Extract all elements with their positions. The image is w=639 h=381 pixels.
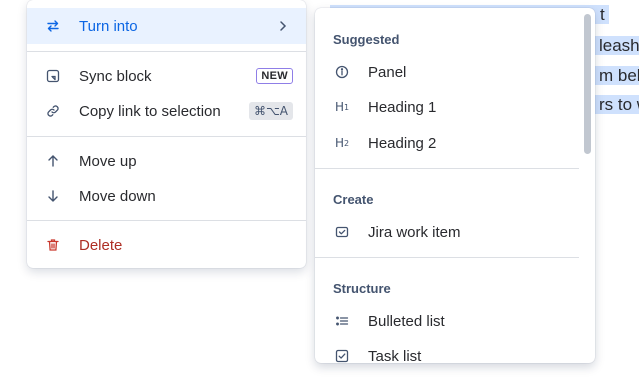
task-checkbox-icon xyxy=(333,347,351,363)
panel-label: Panel xyxy=(368,63,407,81)
turn-into-label: Turn into xyxy=(79,17,138,35)
sync-block-label: Sync block xyxy=(79,67,152,85)
bulleted-list-label: Bulleted list xyxy=(368,312,445,330)
heading-1-label: Heading 1 xyxy=(368,98,437,116)
delete-label: Delete xyxy=(79,236,123,254)
copy-link-item[interactable]: Copy link to selection ⌘⌥A xyxy=(27,93,306,129)
swap-arrows-icon xyxy=(44,17,62,35)
arrow-up-icon xyxy=(44,152,62,170)
heading-2-option[interactable]: H2 Heading 2 xyxy=(315,125,595,161)
new-badge: NEW xyxy=(256,68,293,84)
heading-1-icon: H1 xyxy=(334,100,350,114)
info-circle-icon xyxy=(333,63,351,81)
link-icon xyxy=(44,102,62,120)
copy-link-label: Copy link to selection xyxy=(79,102,221,120)
trash-icon xyxy=(44,236,62,254)
editor-line: m beh xyxy=(595,63,639,89)
editor-line: rs to w xyxy=(595,92,639,118)
arrow-down-icon xyxy=(44,187,62,205)
heading-2-icon: H2 xyxy=(334,136,350,150)
move-up-item[interactable]: Move up xyxy=(27,143,306,179)
section-create: Create xyxy=(333,192,374,207)
section-suggested: Suggested xyxy=(333,32,400,47)
task-list-label: Task list xyxy=(368,347,422,364)
editor-line: leash xyxy=(595,33,639,59)
task-list-option[interactable]: Task list xyxy=(315,338,595,363)
sync-block-item[interactable]: Sync block NEW xyxy=(27,58,306,94)
submenu-divider xyxy=(315,257,579,258)
sync-block-icon xyxy=(44,67,62,85)
block-context-menu: Turn into Sync block NEW Copy link to se… xyxy=(27,0,306,268)
keyboard-shortcut: ⌘⌥A xyxy=(248,102,293,120)
heading-1-option[interactable]: H1 Heading 1 xyxy=(315,89,595,125)
bulleted-list-icon xyxy=(333,312,351,330)
chevron-right-icon xyxy=(278,20,288,32)
menu-divider xyxy=(27,136,306,137)
panel-option[interactable]: Panel xyxy=(315,54,595,90)
menu-divider xyxy=(27,220,306,221)
bulleted-list-option[interactable]: Bulleted list xyxy=(315,303,595,339)
turn-into-submenu: Suggested Panel H1 Heading 1 H2 Heading … xyxy=(315,8,595,363)
jira-work-item-label: Jira work item xyxy=(368,223,461,241)
checkbox-window-icon xyxy=(333,223,351,241)
menu-divider xyxy=(27,51,306,52)
jira-work-item-option[interactable]: Jira work item xyxy=(315,214,595,250)
heading-2-label: Heading 2 xyxy=(368,134,437,152)
submenu-divider xyxy=(315,168,579,169)
section-structure: Structure xyxy=(333,281,391,296)
delete-item[interactable]: Delete xyxy=(27,227,306,263)
turn-into-item[interactable]: Turn into xyxy=(27,8,306,44)
move-up-label: Move up xyxy=(79,152,137,170)
move-down-label: Move down xyxy=(79,187,156,205)
move-down-item[interactable]: Move down xyxy=(27,178,306,214)
